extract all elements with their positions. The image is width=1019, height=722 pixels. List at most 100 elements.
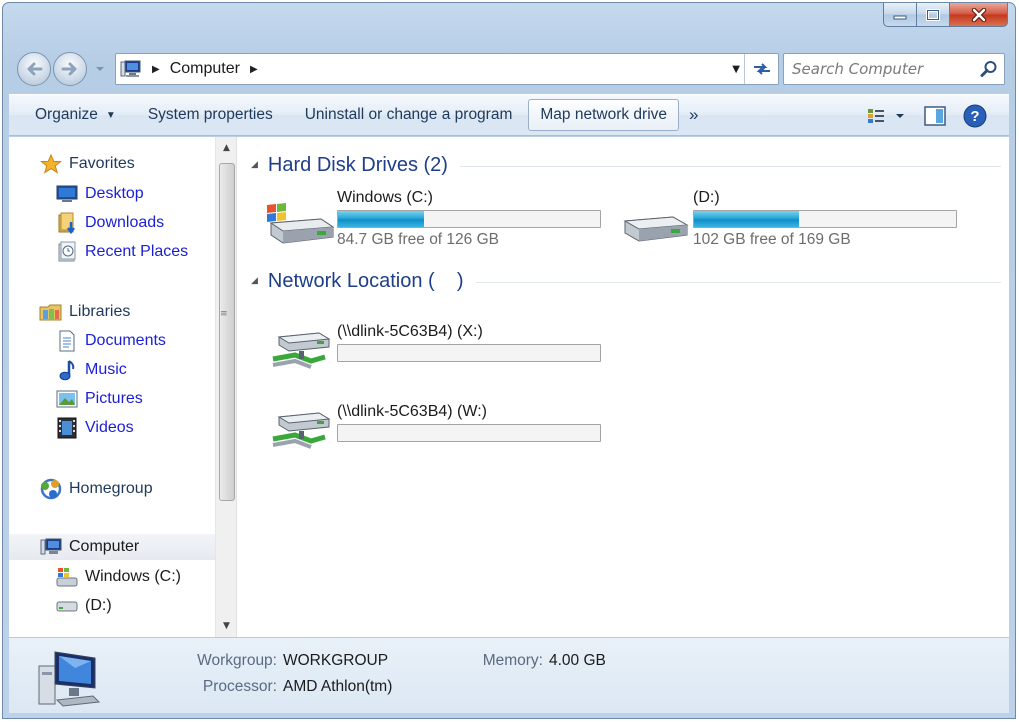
hard-disk-drives-title: Hard Disk Drives (2) bbox=[267, 153, 448, 176]
network-drive-x[interactable]: (\\dlink-5C63B4) (X:) bbox=[265, 323, 605, 383]
breadcrumb-separator-icon[interactable]: ▶ bbox=[152, 64, 160, 75]
map-network-drive-button[interactable]: Map network drive bbox=[528, 99, 680, 131]
scroll-down-icon[interactable]: ▼ bbox=[216, 617, 237, 635]
videos-icon bbox=[55, 417, 79, 439]
scroll-grip-icon: ≡ bbox=[220, 309, 228, 319]
memory-value: 4.00 GB bbox=[549, 652, 606, 669]
recent-places-icon bbox=[55, 241, 79, 263]
music-icon bbox=[55, 359, 79, 381]
view-controls: ? bbox=[857, 100, 995, 132]
search-icon[interactable] bbox=[980, 60, 998, 78]
chevron-down-icon: ▼ bbox=[105, 109, 116, 121]
collapse-triangle-icon[interactable]: ◢ bbox=[251, 160, 258, 170]
documents-icon bbox=[55, 330, 79, 352]
nav-libraries[interactable]: Libraries bbox=[9, 299, 215, 325]
nav-favorites[interactable]: Favorites bbox=[9, 151, 215, 177]
hard-disk-drives-header[interactable]: ◢ Hard Disk Drives (2) bbox=[251, 151, 1001, 179]
nav-downloads-label: Downloads bbox=[85, 214, 165, 231]
back-button[interactable] bbox=[17, 52, 51, 86]
nav-pane-scrollbar[interactable]: ▲ ≡ ▼ bbox=[215, 137, 237, 637]
system-properties-button[interactable]: System properties bbox=[138, 99, 283, 131]
section-divider bbox=[459, 165, 1001, 167]
chevron-down-icon bbox=[96, 67, 104, 71]
nav-d-drive[interactable]: (D:) bbox=[9, 593, 215, 619]
collapse-triangle-icon[interactable]: ◢ bbox=[251, 276, 258, 286]
nav-favorites-label: Favorites bbox=[69, 155, 135, 172]
organize-button[interactable]: Organize ▼ bbox=[25, 99, 126, 131]
computer-icon bbox=[39, 536, 63, 558]
recent-pages-button[interactable] bbox=[93, 61, 107, 77]
nav-documents-label: Documents bbox=[85, 332, 166, 349]
search-input[interactable] bbox=[792, 60, 972, 78]
breadcrumb-computer[interactable]: Computer bbox=[170, 60, 240, 78]
downloads-icon bbox=[55, 212, 79, 234]
nav-pictures[interactable]: Pictures bbox=[9, 386, 215, 412]
computer-icon bbox=[38, 651, 101, 707]
windows-drive-icon bbox=[55, 566, 79, 588]
nav-pictures-label: Pictures bbox=[85, 390, 143, 407]
refresh-button[interactable] bbox=[744, 54, 778, 84]
help-icon: ? bbox=[963, 104, 987, 128]
drive-c-free-space: 84.7 GB free of 126 GB bbox=[337, 231, 499, 248]
nav-homegroup[interactable]: Homegroup bbox=[9, 476, 215, 502]
drive-c-name: Windows (C:) bbox=[337, 189, 434, 206]
maximize-button[interactable] bbox=[917, 3, 950, 27]
more-commands-button[interactable]: » bbox=[679, 99, 708, 131]
homegroup-icon bbox=[39, 478, 63, 500]
drive-w-usage-bar bbox=[337, 424, 601, 442]
view-details-icon bbox=[868, 109, 904, 123]
close-button[interactable] bbox=[950, 3, 1008, 27]
desktop-icon bbox=[55, 183, 79, 205]
address-row: ▶ Computer ▶ ▼ bbox=[13, 49, 1005, 89]
navigation-pane: Favorites Desktop Downloads Recent Place… bbox=[9, 137, 215, 637]
pictures-icon bbox=[55, 388, 79, 410]
nav-downloads[interactable]: Downloads bbox=[9, 210, 215, 236]
nav-desktop-label: Desktop bbox=[85, 185, 144, 202]
drive-d-free-space: 102 GB free of 169 GB bbox=[693, 231, 851, 248]
scroll-up-icon[interactable]: ▲ bbox=[216, 139, 237, 157]
maximize-icon bbox=[926, 8, 940, 21]
address-bar[interactable]: ▶ Computer ▶ ▼ bbox=[115, 53, 779, 85]
network-drive-w[interactable]: (\\dlink-5C63B4) (W:) bbox=[265, 403, 605, 463]
network-location-header[interactable]: ◢ Network Location ( ) bbox=[251, 267, 1001, 295]
preview-pane-icon bbox=[924, 106, 946, 126]
breadcrumb-chevron-icon[interactable]: ▶ bbox=[250, 64, 258, 75]
nav-computer[interactable]: Computer bbox=[9, 534, 215, 560]
nav-windows-drive-label: Windows (C:) bbox=[85, 568, 182, 585]
content-area: Favorites Desktop Downloads Recent Place… bbox=[9, 137, 1009, 637]
uninstall-program-button[interactable]: Uninstall or change a program bbox=[295, 99, 523, 131]
explorer-window: ▶ Computer ▶ ▼ Organize ▼ System prop bbox=[2, 2, 1016, 719]
nav-videos[interactable]: Videos bbox=[9, 415, 215, 441]
preview-pane-button[interactable] bbox=[915, 100, 955, 132]
drive-windows-c[interactable]: Windows (C:) 84.7 GB free of 126 GB bbox=[265, 189, 605, 249]
nav-documents[interactable]: Documents bbox=[9, 328, 215, 354]
nav-recent-places[interactable]: Recent Places bbox=[9, 239, 215, 265]
minimize-button[interactable] bbox=[883, 3, 917, 27]
nav-windows-drive[interactable]: Windows (C:) bbox=[9, 564, 215, 590]
address-dropdown-icon[interactable]: ▼ bbox=[732, 64, 740, 75]
network-drive-icon bbox=[272, 412, 331, 449]
caption-buttons bbox=[883, 3, 1008, 31]
network-drive-icon bbox=[272, 332, 331, 369]
change-view-button[interactable] bbox=[857, 100, 915, 132]
nav-music[interactable]: Music bbox=[9, 357, 215, 383]
forward-arrow-icon bbox=[61, 62, 77, 76]
drive-x-name: (\\dlink-5C63B4) (X:) bbox=[337, 323, 483, 340]
search-box[interactable] bbox=[783, 53, 1005, 85]
drive-d[interactable]: (D:) 102 GB free of 169 GB bbox=[621, 189, 961, 249]
nav-homegroup-label: Homegroup bbox=[69, 480, 153, 497]
drive-x-usage-bar bbox=[337, 344, 601, 362]
forward-button[interactable] bbox=[53, 52, 87, 86]
network-location-title: Network Location ( ) bbox=[267, 269, 464, 292]
computer-icon bbox=[120, 60, 141, 77]
back-arrow-icon bbox=[27, 62, 43, 76]
drive-c-usage-bar bbox=[337, 210, 601, 228]
nav-d-drive-label: (D:) bbox=[85, 597, 112, 614]
help-button[interactable]: ? bbox=[955, 100, 995, 132]
drive-w-name: (\\dlink-5C63B4) (W:) bbox=[337, 403, 487, 420]
nav-desktop[interactable]: Desktop bbox=[9, 181, 215, 207]
scroll-thumb[interactable] bbox=[219, 163, 235, 501]
workgroup-label: Workgroup: bbox=[197, 652, 277, 669]
command-bar: Organize ▼ System properties Uninstall o… bbox=[9, 94, 1009, 136]
nav-recent-places-label: Recent Places bbox=[85, 243, 189, 260]
